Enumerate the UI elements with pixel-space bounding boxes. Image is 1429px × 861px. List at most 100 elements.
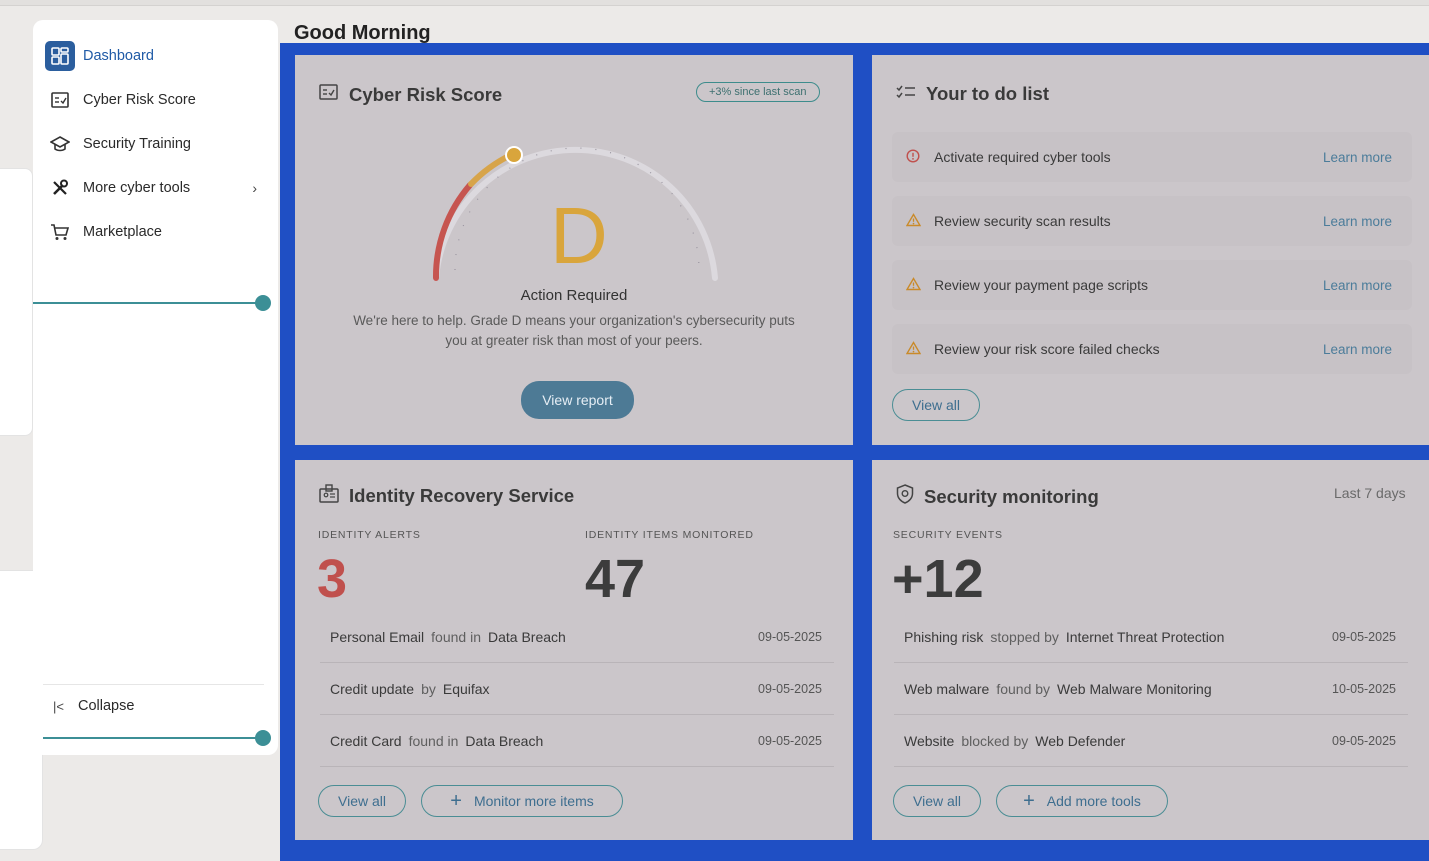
view-report-button[interactable]: View report bbox=[521, 381, 634, 419]
connector-line bbox=[33, 302, 263, 304]
event-source: Data Breach bbox=[487, 628, 566, 645]
event-source: Web Defender bbox=[1035, 732, 1126, 749]
collapse-button[interactable]: |< Collapse bbox=[53, 698, 134, 714]
todo-item[interactable]: Activate required cyber tools Learn more bbox=[892, 132, 1412, 182]
learn-more-link[interactable]: Learn more bbox=[1323, 150, 1392, 165]
todo-item-text: Review security scan results bbox=[934, 213, 1111, 229]
sidebar-item-marketplace[interactable]: Marketplace bbox=[45, 216, 265, 248]
card-title: Identity Recovery Service bbox=[319, 484, 574, 508]
graduation-cap-icon bbox=[45, 129, 75, 159]
risk-status: Action Required bbox=[520, 287, 628, 304]
list-item[interactable]: Website blocked by Web Defender 09-05-20… bbox=[894, 715, 1408, 767]
event-source: Web Malware Monitoring bbox=[1057, 680, 1212, 697]
event-source: Internet Threat Protection bbox=[1065, 628, 1225, 645]
todo-item-text: Review your payment page scripts bbox=[934, 277, 1148, 293]
identity-monitored-label: IDENTITY ITEMS MONITORED bbox=[585, 529, 754, 541]
tools-icon bbox=[45, 173, 75, 203]
event-verb: found by bbox=[996, 680, 1051, 697]
event-subject: Phishing risk bbox=[904, 628, 984, 645]
learn-more-link[interactable]: Learn more bbox=[1323, 342, 1392, 357]
event-date: 09-05-2025 bbox=[1332, 629, 1396, 644]
event-subject: Website bbox=[904, 732, 955, 749]
event-date: 09-05-2025 bbox=[1332, 733, 1396, 748]
card-title-text: Cyber Risk Score bbox=[349, 83, 503, 105]
background-panel bbox=[0, 168, 33, 436]
sidebar-item-label: More cyber tools bbox=[83, 180, 191, 196]
list-item[interactable]: Phishing risk stopped by Internet Threat… bbox=[894, 611, 1408, 663]
monitor-more-items-button[interactable]: + Monitor more items bbox=[421, 785, 623, 817]
todo-item[interactable]: Review security scan results Learn more bbox=[892, 196, 1412, 246]
sidebar-divider bbox=[43, 684, 264, 685]
identity-alerts-label: IDENTITY ALERTS bbox=[318, 529, 421, 541]
plus-icon: + bbox=[450, 790, 462, 812]
list-item[interactable]: Personal Email found in Data Breach 09-0… bbox=[320, 611, 834, 663]
security-events-label: SECURITY EVENTS bbox=[893, 529, 1003, 541]
event-date: 09-05-2025 bbox=[758, 681, 822, 696]
todo-item[interactable]: Review your risk score failed checks Lea… bbox=[892, 324, 1412, 374]
todo-item[interactable]: Review your payment page scripts Learn m… bbox=[892, 260, 1412, 310]
learn-more-link[interactable]: Learn more bbox=[1323, 214, 1392, 229]
cyber-risk-card: Cyber Risk Score +3% since last scan D A… bbox=[295, 55, 853, 445]
shield-icon bbox=[896, 484, 914, 509]
identity-recovery-card: Identity Recovery Service IDENTITY ALERT… bbox=[295, 460, 853, 840]
card-title-text: Identity Recovery Service bbox=[349, 485, 575, 506]
event-source: Data Breach bbox=[465, 732, 544, 749]
sidebar-item-more-cyber-tools[interactable]: More cyber tools › bbox=[45, 172, 265, 204]
view-all-button[interactable]: View all bbox=[318, 785, 406, 817]
event-verb: found in bbox=[408, 732, 459, 749]
plus-icon: + bbox=[1023, 790, 1035, 812]
security-monitoring-card: Security monitoring Last 7 days SECURITY… bbox=[872, 460, 1429, 840]
event-date: 09-05-2025 bbox=[758, 733, 822, 748]
identity-alerts-count: 3 bbox=[317, 549, 348, 609]
alert-circle-icon bbox=[906, 148, 922, 166]
connector-dot bbox=[255, 295, 271, 311]
card-title: Cyber Risk Score bbox=[319, 83, 502, 106]
list-item[interactable]: Web malware found by Web Malware Monitor… bbox=[894, 663, 1408, 715]
sidebar-item-cyber-risk-score[interactable]: Cyber Risk Score bbox=[45, 84, 265, 116]
sidebar-item-security-training[interactable]: Security Training bbox=[45, 128, 265, 160]
sidebar-item-label: Marketplace bbox=[83, 224, 162, 240]
event-date: 09-05-2025 bbox=[758, 629, 822, 644]
event-date: 10-05-2025 bbox=[1332, 681, 1396, 696]
card-title-text: Security monitoring bbox=[924, 485, 1099, 507]
risk-description-line2: you at greater risk than most of your pe… bbox=[445, 333, 703, 348]
event-subject: Credit Card bbox=[330, 732, 402, 749]
sidebar-item-label: Dashboard bbox=[83, 48, 154, 64]
card-title: Your to do list bbox=[896, 83, 1049, 105]
card-title: Security monitoring bbox=[896, 484, 1099, 509]
scan-change-badge: +3% since last scan bbox=[696, 82, 820, 102]
card-title-text: Your to do list bbox=[926, 83, 1049, 104]
view-all-button[interactable]: View all bbox=[893, 785, 981, 817]
list-item[interactable]: Credit Card found in Data Breach 09-05-2… bbox=[320, 715, 834, 767]
event-verb: by bbox=[421, 680, 436, 697]
connector-line bbox=[43, 737, 263, 739]
list-item[interactable]: Credit update by Equifax 09-05-2025 bbox=[320, 663, 834, 715]
sidebar-item-label: Cyber Risk Score bbox=[83, 92, 196, 108]
risk-grade: D bbox=[550, 191, 608, 280]
risk-description-line1: We're here to help. Grade D means your o… bbox=[353, 313, 795, 328]
security-events-count: +12 bbox=[892, 549, 984, 609]
event-verb: found in bbox=[431, 628, 481, 645]
warning-triangle-icon bbox=[905, 212, 922, 230]
collapse-label: Collapse bbox=[77, 698, 135, 714]
sidebar-item-label: Security Training bbox=[83, 136, 191, 152]
todo-item-text: Review your risk score failed checks bbox=[934, 341, 1160, 357]
chevron-right-icon: › bbox=[252, 180, 257, 196]
time-period-label: Last 7 days bbox=[1334, 485, 1406, 501]
collapse-icon: |< bbox=[53, 698, 64, 714]
dashboard-icon bbox=[45, 41, 75, 71]
learn-more-link[interactable]: Learn more bbox=[1323, 278, 1392, 293]
button-label: Monitor more items bbox=[473, 793, 594, 809]
gauge-marker bbox=[505, 146, 523, 164]
event-subject: Web malware bbox=[904, 680, 990, 697]
add-more-tools-button[interactable]: + Add more tools bbox=[996, 785, 1168, 817]
scorecard-icon bbox=[45, 85, 75, 115]
sidebar-item-dashboard[interactable]: Dashboard bbox=[45, 40, 265, 72]
warning-triangle-icon bbox=[905, 276, 922, 294]
todo-card: Your to do list Activate required cyber … bbox=[872, 55, 1429, 445]
checklist-icon bbox=[896, 84, 916, 105]
event-subject: Credit update bbox=[330, 680, 415, 697]
button-label: Add more tools bbox=[1046, 793, 1141, 809]
view-all-button[interactable]: View all bbox=[892, 389, 980, 421]
identity-monitored-count: 47 bbox=[585, 549, 646, 609]
